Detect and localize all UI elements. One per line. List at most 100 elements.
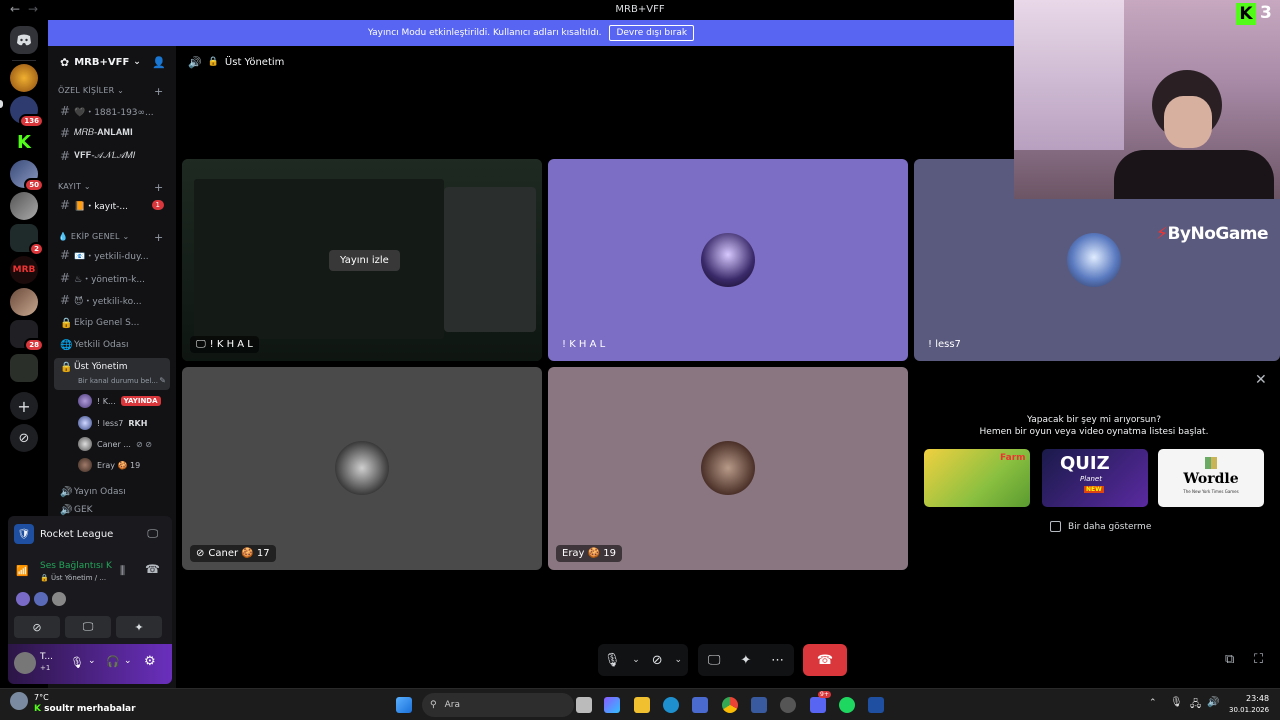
weather-temp[interactable]: 7°C [34, 693, 49, 702]
checkbox[interactable] [1050, 521, 1061, 532]
stream-game-icon[interactable]: 🖵 [147, 527, 158, 541]
disconnect-icon[interactable]: ☎ [145, 562, 160, 576]
voice-user[interactable]: Eray 🍪 19 [78, 456, 140, 474]
category-kayit[interactable]: KAYIT ⌄ + [58, 181, 163, 194]
disconnect-call-button[interactable]: ☎ [803, 644, 847, 676]
volume-icon[interactable]: 🔊 [1207, 697, 1219, 708]
mrb-server-icon[interactable]: MRB [10, 256, 38, 284]
activities-button[interactable]: ✦ [116, 616, 162, 638]
camera-off-icon[interactable]: ⊘ [652, 653, 663, 668]
watch-stream-button[interactable]: Yayını izle [329, 250, 400, 271]
chevron-down-icon[interactable]: ⌄ [674, 655, 682, 665]
settings-gear-icon[interactable]: ⚙ [144, 654, 156, 669]
camera-off-button[interactable]: ⊘ [14, 616, 60, 638]
participant-tile[interactable]: ⊘ Caner 🍪 17 [182, 367, 542, 570]
channel-item[interactable]: # 😈・yetkili-ko... [54, 290, 170, 310]
chevron-down-icon[interactable]: ⌄ [632, 655, 640, 665]
voice-channel-selected[interactable]: 🔒 Üst Yönetim Bir kanal durumu bel... ✎ [54, 358, 170, 390]
kick-server-icon[interactable]: K [10, 128, 38, 156]
category-ozel[interactable]: ÖZEL KİŞİLER ⌄ + [58, 85, 163, 98]
server-icon-2[interactable]: 136 [10, 96, 44, 128]
popout-icon[interactable]: ⧉ [1225, 652, 1234, 667]
copilot-icon[interactable] [604, 697, 620, 713]
spotify-icon[interactable] [839, 697, 855, 713]
server-icon-8[interactable] [10, 288, 38, 316]
app-icon[interactable] [751, 697, 767, 713]
channel-item[interactable]: # 📧・yetkili-duy... [54, 245, 170, 265]
task-view-icon[interactable] [576, 697, 592, 713]
signal-icon[interactable]: 📶 [16, 566, 28, 577]
server-icon-4[interactable]: 50 [10, 160, 44, 192]
voice-channel-item[interactable]: 🔊 Yayın Odası [54, 482, 170, 502]
invite-people-icon[interactable]: 👤 [152, 56, 166, 69]
voice-user[interactable]: ! K... YAYINDA [78, 392, 161, 410]
channel-item[interactable]: # 📙・kayıt-... 1 [54, 195, 170, 215]
voice-status[interactable]: Ses Bağlantısı K [40, 561, 112, 571]
chevron-down-icon[interactable]: ⌄ [124, 656, 132, 666]
search-box[interactable]: ⚲ Ara [422, 693, 574, 717]
activities-icon[interactable]: ✦ [740, 653, 751, 668]
activity-panel[interactable]: 🛡 Rocket League 🖵 [8, 516, 172, 552]
server-folder-icon-3[interactable] [10, 354, 38, 382]
voice-channel-item[interactable]: 🔒 Ekip Genel S... [54, 313, 170, 333]
chevron-down-icon[interactable]: ⌄ [88, 656, 96, 666]
channel-item[interactable]: # ♨・yönetim-k... [54, 268, 170, 288]
server-header[interactable]: ✿ MRB+VFF ⌄ 👤 [48, 46, 176, 78]
game-card-quiz[interactable]: QUIZ Planet NEW [1042, 449, 1148, 507]
voice-channel-item[interactable]: 🌐 Yetkili Odası [54, 335, 170, 355]
participant-tile[interactable]: Eray 🍪 19 [548, 367, 908, 570]
avatar[interactable] [16, 592, 30, 606]
add-channel-icon[interactable]: + [154, 231, 163, 244]
app-icon-2[interactable] [780, 697, 796, 713]
avatar[interactable] [14, 652, 36, 674]
voice-channel-item[interactable]: 🔊 GEK [54, 504, 170, 516]
dont-show-again[interactable]: Bir daha gösterme [1050, 521, 1151, 532]
channel-item[interactable]: # 🖤・1881-193∞... [54, 101, 170, 121]
avatar[interactable] [34, 592, 48, 606]
game-card-farm[interactable]: Farm [924, 449, 1030, 507]
ticker[interactable]: K soultr merhabalar [34, 704, 136, 714]
microphone-tray-icon[interactable]: 🎙 [1170, 697, 1183, 708]
network-icon[interactable]: 🖧 [1190, 697, 1201, 714]
more-options-icon[interactable]: ⋯ [771, 653, 784, 668]
add-channel-icon[interactable]: + [154, 85, 163, 98]
clock-date[interactable]: 30.01.2026 [1229, 706, 1269, 714]
close-icon[interactable]: ✕ [1255, 372, 1267, 388]
stream-tile[interactable]: Yayını izle 🖵! K H A L [182, 159, 542, 361]
voice-user[interactable]: Caner ... ⊘ ⊘ [78, 435, 152, 453]
fullscreen-icon[interactable]: ⛶ [1254, 652, 1263, 667]
channel-item[interactable]: # 𝐕𝐅𝐅-𝒜𝒩𝐿𝒜𝑀𝐼 [54, 146, 170, 166]
server-icon-5[interactable] [10, 192, 38, 220]
explore-icon[interactable]: ⊘ [10, 424, 38, 452]
channel-item[interactable]: # 𝑀𝑅𝐵-𝐀𝐍𝐋𝐀𝐌𝐈 [54, 123, 170, 143]
clock-time[interactable]: 23:48 [1246, 694, 1269, 703]
microphone-icon[interactable]: 🎙 [604, 653, 621, 668]
discord-home-icon[interactable] [10, 26, 38, 54]
file-explorer-icon[interactable] [634, 697, 650, 713]
add-channel-icon[interactable]: + [154, 181, 163, 194]
discord-taskbar-icon[interactable]: 9+ [810, 691, 831, 713]
headphones-icon[interactable]: 🎧 [106, 655, 120, 668]
server-folder-icon-2[interactable]: 28 [10, 320, 44, 352]
noise-suppression-icon[interactable]: ⫼ [120, 564, 125, 578]
voice-user[interactable]: ! less7 RKH [78, 414, 147, 432]
edge-icon[interactable] [663, 697, 679, 713]
participant-tile[interactable]: ! K H A L [548, 159, 908, 361]
screen-share-icon[interactable]: 🖵 [708, 653, 721, 668]
windows-start-icon[interactable] [396, 697, 412, 713]
game-card-wordle[interactable]: Wordle The New York Times Games [1158, 449, 1264, 507]
microphone-icon[interactable]: 🎙 [70, 656, 84, 669]
add-server-icon[interactable]: + [10, 392, 38, 420]
screen-share-button[interactable]: 🖵 [65, 616, 111, 638]
chevron-up-icon[interactable]: ⌃ [1149, 698, 1157, 708]
pencil-icon[interactable]: ✎ [159, 376, 166, 385]
voice-location[interactable]: 🔒 Üst Yönetim / ... [40, 574, 106, 582]
server-icon-1[interactable] [10, 64, 38, 92]
category-ekip[interactable]: 💧 EKİP GENEL ⌄ + [58, 231, 163, 244]
server-folder-icon[interactable]: 2 [10, 224, 44, 256]
avatar[interactable] [52, 592, 66, 606]
chrome-icon[interactable] [722, 697, 738, 713]
disable-streamer-mode-button[interactable]: Devre dışı bırak [609, 25, 695, 41]
store-icon[interactable] [692, 697, 708, 713]
rocket-league-taskbar-icon[interactable] [868, 697, 884, 713]
